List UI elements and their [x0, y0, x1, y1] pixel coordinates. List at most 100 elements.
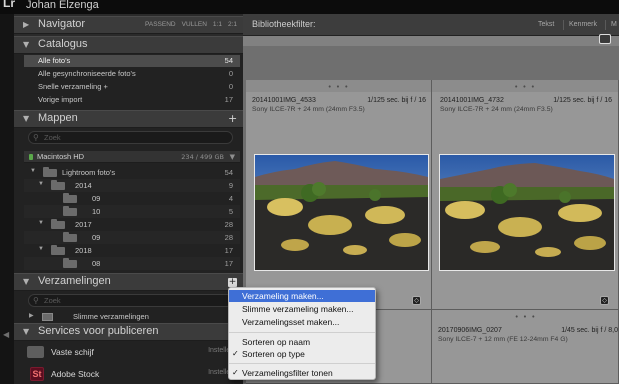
menu-separator — [229, 363, 375, 364]
edit-badge-icon — [599, 34, 611, 44]
cell-menu-dots[interactable]: • • • — [432, 83, 618, 91]
folder-row[interactable]: ▼ 2017 28 — [24, 218, 240, 231]
zoom-fit-option[interactable]: PASSEND — [145, 21, 176, 28]
menu-item-show-collection-filter[interactable]: ✓ Verzamelingsfilter tonen — [229, 367, 375, 379]
volume-macintosh-hd[interactable]: Macintosh HD 234 / 499 GB ▼ — [24, 151, 240, 163]
photo-lens: Sony ILCE-7R + 24 mm (24mm F3.5) — [252, 106, 365, 113]
photo-cell[interactable]: • • • 20141001IMG_4533 1/125 sec. bij f … — [246, 80, 432, 310]
photo-exposure: 1/125 sec. bij f / 16 — [553, 97, 612, 104]
photo-thumbnail[interactable] — [254, 154, 429, 271]
metadata-badge-icon[interactable]: ◇ — [600, 296, 609, 305]
menu-item-sort-by-type[interactable]: ✓ Sorteren op type — [229, 348, 375, 360]
folders-header[interactable]: ▼ Mappen + — [14, 110, 243, 128]
menu-item-create-collection[interactable]: Verzameling maken... — [229, 290, 375, 302]
collections-title: Verzamelingen — [38, 275, 111, 287]
catalog-item-synced[interactable]: Alle gesynchroniseerde foto's 0 — [24, 68, 240, 80]
library-filter-bar: Bibliotheekfilter: Tekst Kenmerk M — [243, 14, 619, 36]
collection-search-input[interactable]: ⚲ Zoek — [28, 294, 233, 307]
collapse-arrow-icon[interactable]: ◀ — [3, 330, 9, 339]
zoom-2to1-option[interactable]: 2:1 — [228, 21, 237, 28]
folder-row[interactable]: ▼ Lightroom foto's 54 — [24, 166, 240, 179]
folder-icon — [63, 193, 77, 203]
expanded-triangle-icon[interactable]: ▼ — [23, 114, 29, 123]
photo-filename: 20141001IMG_4732 — [440, 97, 504, 104]
collection-set-smart[interactable]: ▶ Slimme verzamelingen — [24, 310, 240, 323]
filter-tab-text[interactable]: Tekst — [538, 21, 554, 28]
catalog-item-quick-collection[interactable]: Snelle verzameling + 0 — [24, 81, 240, 93]
expanded-triangle-icon[interactable]: ▼ — [23, 40, 29, 49]
folder-icon — [51, 219, 65, 229]
metadata-badge-icon[interactable]: ◇ — [412, 296, 421, 305]
adobe-stock-icon: St — [30, 367, 44, 381]
identity-bar: Lr Johan Elzenga — [0, 0, 619, 14]
service-hard-drive[interactable]: Vaste schijf Instellen... — [24, 342, 240, 364]
folder-icon — [51, 245, 65, 255]
filter-tab-attribute[interactable]: Kenmerk — [569, 21, 597, 28]
menu-item-create-collection-set[interactable]: Verzamelingsset maken... — [229, 316, 375, 328]
hard-drive-icon — [27, 346, 44, 358]
catalog-header[interactable]: ▼ Catalogus — [14, 36, 243, 54]
folder-row[interactable]: ▼ 2018 17 — [24, 244, 240, 257]
catalog-item-all-photos[interactable]: Alle foto's 54 — [24, 55, 240, 67]
folder-row[interactable]: 09 28 — [24, 231, 240, 244]
collection-set-icon — [42, 313, 53, 321]
folder-search-input[interactable]: ⚲ Zoek — [28, 131, 233, 144]
filter-tab-metadata[interactable]: M — [611, 21, 617, 28]
photo-filename: 20170906IMG_0207 — [438, 327, 502, 334]
folder-row[interactable]: 08 17 — [24, 257, 240, 270]
checkmark-icon: ✓ — [232, 349, 239, 358]
photo-lens: Sony ILCE-7R + 24 mm (24mm F3.5) — [440, 106, 553, 113]
folder-icon — [43, 167, 57, 177]
expanded-triangle-icon[interactable]: ▼ — [38, 181, 44, 187]
username: Johan Elzenga — [26, 0, 99, 11]
photo-thumbnail[interactable] — [439, 154, 615, 271]
photo-cell[interactable]: • • • 20170906IMG_0207 1/45 sec. bij f /… — [432, 310, 619, 384]
previous-row-strip — [243, 34, 619, 46]
collections-header[interactable]: ▼ Verzamelingen + — [14, 273, 243, 291]
folder-icon — [51, 180, 65, 190]
library-filter-title: Bibliotheekfilter: — [252, 19, 316, 29]
landscape-image — [440, 155, 614, 270]
search-icon: ⚲ — [33, 133, 39, 142]
expanded-triangle-icon[interactable]: ▼ — [23, 277, 29, 286]
zoom-1to1-option[interactable]: 1:1 — [213, 21, 222, 28]
volume-status-led — [29, 154, 33, 160]
zoom-fill-option[interactable]: VULLEN — [182, 21, 207, 28]
divider — [605, 20, 606, 30]
service-adobe-stock[interactable]: St Adobe Stock Instellen... — [24, 364, 240, 384]
photo-cell[interactable]: • • • 20141001IMG_4732 1/125 sec. bij f … — [432, 80, 619, 310]
expanded-triangle-icon[interactable]: ▼ — [38, 220, 44, 226]
divider — [563, 20, 564, 30]
menu-item-create-smart-collection[interactable]: Slimme verzameling maken... — [229, 303, 375, 315]
menu-separator — [229, 332, 375, 333]
folder-icon — [63, 232, 77, 242]
expanded-triangle-icon[interactable]: ▼ — [23, 327, 29, 336]
add-collection-icon[interactable]: + — [228, 278, 237, 287]
expanded-triangle-icon[interactable]: ▼ — [30, 168, 36, 174]
catalog-item-previous-import[interactable]: Vorige import 17 — [24, 94, 240, 106]
left-edge-bar[interactable]: ◀ — [0, 14, 14, 384]
navigator-title: Navigator — [38, 18, 86, 30]
collapsed-triangle-icon[interactable]: ▶ — [29, 312, 34, 319]
publish-services-header[interactable]: ▼ Services voor publiceren + — [14, 323, 243, 341]
left-panel: ◀ ▶ Navigator PASSEND VULLEN 1:1 2:1 ▼ C… — [0, 14, 243, 384]
navigator-header[interactable]: ▶ Navigator PASSEND VULLEN 1:1 2:1 — [14, 16, 243, 34]
collections-context-menu: Verzameling maken... Slimme verzameling … — [228, 287, 376, 380]
search-icon: ⚲ — [33, 296, 39, 305]
folder-icon — [63, 258, 77, 268]
photo-exposure: 1/45 sec. bij f / 8,0 — [561, 327, 618, 334]
lightroom-logo: Lr — [3, 0, 15, 10]
photo-lens: Sony ILCE-7 + 12 mm (FE 12-24mm F4 G) — [438, 336, 568, 343]
folder-row[interactable]: ▼ 2014 9 — [24, 179, 240, 192]
navigator-zoom-options: PASSEND VULLEN 1:1 2:1 — [145, 21, 237, 28]
collapsed-triangle-icon[interactable]: ▶ — [23, 20, 29, 29]
expanded-triangle-icon[interactable]: ▼ — [38, 246, 44, 252]
cell-menu-dots[interactable]: • • • — [432, 313, 619, 321]
volume-menu-triangle-icon[interactable]: ▼ — [230, 153, 235, 161]
menu-item-sort-by-name[interactable]: Sorteren op naam — [229, 336, 375, 348]
folders-title: Mappen — [38, 112, 78, 124]
folder-row[interactable]: 09 4 — [24, 192, 240, 205]
add-folder-icon[interactable]: + — [228, 112, 238, 125]
cell-menu-dots[interactable]: • • • — [246, 83, 431, 91]
folder-row[interactable]: 10 5 — [24, 205, 240, 218]
